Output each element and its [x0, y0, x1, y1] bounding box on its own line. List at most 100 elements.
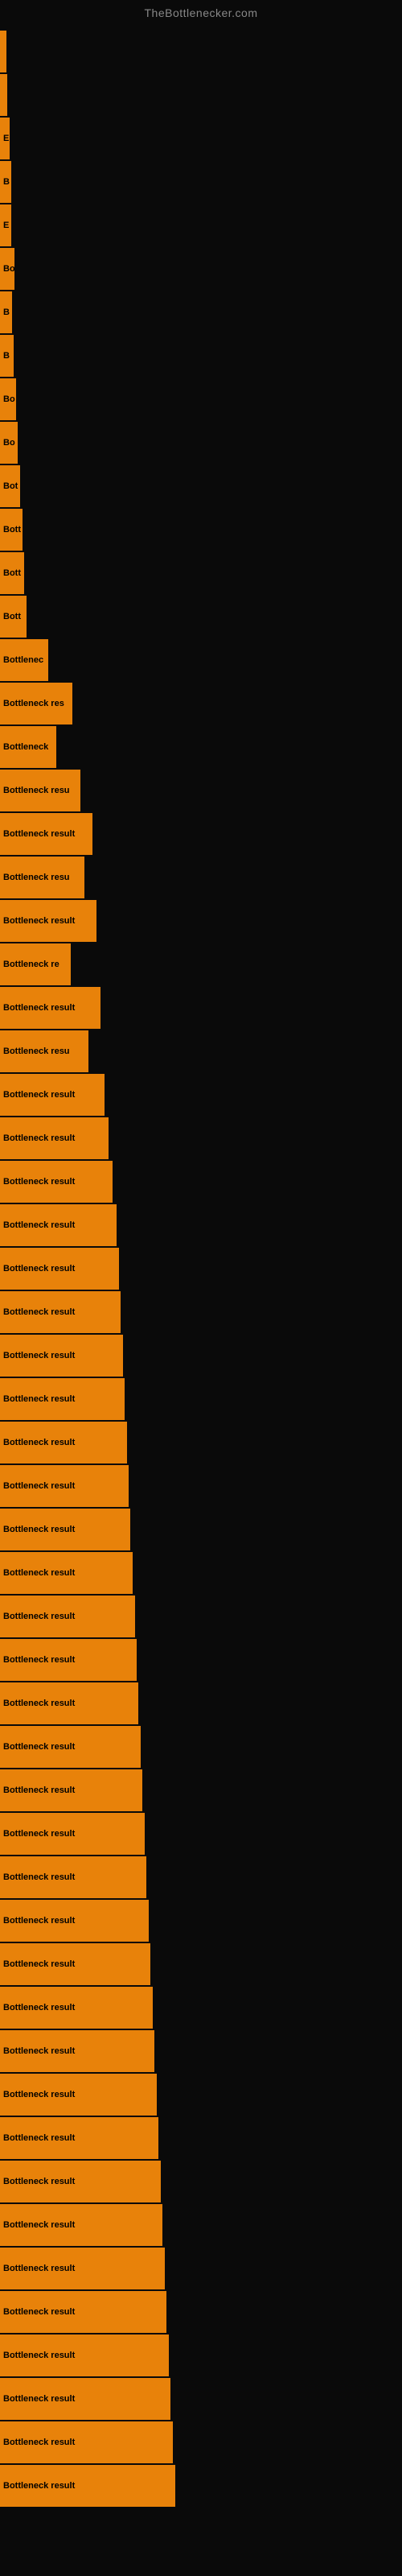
bar-row: E — [0, 118, 402, 159]
bar-label: Bottleneck result — [0, 1813, 145, 1855]
bar-label: B — [0, 161, 11, 203]
bar-label: Bottlenec — [0, 639, 48, 681]
bar-label: Bottleneck result — [0, 1117, 109, 1159]
bar-row: Bo — [0, 378, 402, 420]
bar-row: Bottleneck result — [0, 987, 402, 1029]
bar-row: Bottleneck result — [0, 900, 402, 942]
bar-label: Bo — [0, 378, 16, 420]
bar-label: Bottleneck result — [0, 1509, 130, 1550]
bar-label: Bot — [0, 465, 20, 507]
bar-row: Bottleneck result — [0, 1639, 402, 1681]
bar-row — [0, 74, 402, 116]
bar-row: Bottleneck result — [0, 1074, 402, 1116]
bar-label: Bottleneck resu — [0, 857, 84, 898]
bar-row: Bottleneck result — [0, 2117, 402, 2159]
bar-label: Bottleneck result — [0, 2161, 161, 2202]
bar-row: Bottleneck result — [0, 1943, 402, 1985]
bar-label: Bottleneck result — [0, 1987, 153, 2029]
bar-row: Bottleneck result — [0, 1378, 402, 1420]
bar-row: Bottleneck result — [0, 1248, 402, 1290]
bar-label: B — [0, 291, 12, 333]
bar-label: Bottleneck result — [0, 2248, 165, 2289]
bar-row: Bottleneck resu — [0, 1030, 402, 1072]
bar-row: Bottleneck result — [0, 2291, 402, 2333]
bar-row: Bottleneck result — [0, 1422, 402, 1463]
bar-row: E — [0, 204, 402, 246]
bar-label: Bottleneck result — [0, 2030, 154, 2072]
bar-label: Bottleneck result — [0, 1335, 123, 1377]
bar-row: B — [0, 161, 402, 203]
bar-label: Bottleneck result — [0, 2421, 173, 2463]
bar-row: Bottleneck result — [0, 1596, 402, 1637]
bar-row: Bo — [0, 422, 402, 464]
bar-label: E — [0, 118, 10, 159]
bar-label: Bottleneck resu — [0, 770, 80, 811]
bar-row: Bottleneck — [0, 726, 402, 768]
bar-label: Bottleneck result — [0, 1248, 119, 1290]
bar-row: Bottleneck result — [0, 1291, 402, 1333]
bar-label: Bottleneck result — [0, 2074, 157, 2116]
bar-row: Bottleneck result — [0, 1769, 402, 1811]
bar-row: Bottleneck result — [0, 2161, 402, 2202]
bar-row: Bottleneck result — [0, 2248, 402, 2289]
bar-row — [0, 31, 402, 72]
bar-label: Bottleneck re — [0, 943, 71, 985]
bar-label: Bottleneck result — [0, 1378, 125, 1420]
bar-label: Bottleneck result — [0, 2291, 166, 2333]
bar-row: Bottleneck resu — [0, 770, 402, 811]
bar-label: Bottleneck result — [0, 2117, 158, 2159]
bar-label: Bottleneck result — [0, 1769, 142, 1811]
bar-row: Bottleneck result — [0, 2465, 402, 2507]
bar-label: Bottleneck result — [0, 1204, 117, 1246]
bar-label: Bott — [0, 552, 24, 594]
bar-row: Bottleneck res — [0, 683, 402, 724]
bar-label — [0, 74, 7, 116]
bar-row: Bot — [0, 465, 402, 507]
bar-label: Bottleneck result — [0, 987, 100, 1029]
bar-row: Bottleneck result — [0, 1117, 402, 1159]
bar-label: Bottleneck result — [0, 900, 96, 942]
bar-row: Bott — [0, 596, 402, 638]
bar-row: Bottleneck result — [0, 2074, 402, 2116]
bar-row: Bott — [0, 509, 402, 551]
bar-row: Bottleneck result — [0, 1726, 402, 1768]
bar-row: Bottleneck result — [0, 2378, 402, 2420]
bar-label: Bottleneck result — [0, 1900, 149, 1942]
bar-label: Bottleneck result — [0, 2334, 169, 2376]
bar-row: Bottleneck re — [0, 943, 402, 985]
bar-label: Bottleneck result — [0, 1856, 146, 1898]
bar-label: Bott — [0, 509, 23, 551]
bar-row: B — [0, 335, 402, 377]
bar-row: Bottleneck result — [0, 1900, 402, 1942]
bar-label: Bo — [0, 422, 18, 464]
bar-row: Bottlenec — [0, 639, 402, 681]
bar-label: Bottleneck resu — [0, 1030, 88, 1072]
bar-label: B — [0, 335, 14, 377]
bar-row: Bottleneck result — [0, 2421, 402, 2463]
bar-row: Bottleneck result — [0, 1465, 402, 1507]
bar-label: Bottleneck result — [0, 1943, 150, 1985]
bar-row: Bottleneck result — [0, 1552, 402, 1594]
bar-label: Bottleneck — [0, 726, 56, 768]
bar-label: Bottleneck res — [0, 683, 72, 724]
bar-row: Bottleneck result — [0, 2204, 402, 2246]
bar-row: Bottleneck result — [0, 1509, 402, 1550]
bar-row: Bottleneck result — [0, 1987, 402, 2029]
bar-label: Bottleneck result — [0, 2465, 175, 2507]
bar-row: Bott — [0, 552, 402, 594]
bar-label: Bottleneck result — [0, 2204, 162, 2246]
bar-row: Bottleneck result — [0, 813, 402, 855]
bar-label: Bott — [0, 596, 27, 638]
bar-row: Bottleneck result — [0, 1813, 402, 1855]
site-title: TheBottlenecker.com — [0, 0, 402, 23]
bar-label: Bottleneck result — [0, 1422, 127, 1463]
bar-label: Bottleneck result — [0, 1682, 138, 1724]
bar-label: Bottleneck result — [0, 1726, 141, 1768]
bar-row: Bottleneck result — [0, 1335, 402, 1377]
bar-label: Bottleneck result — [0, 813, 92, 855]
bar-label: Bottleneck result — [0, 1465, 129, 1507]
bar-label: Bottleneck result — [0, 1074, 105, 1116]
bar-label: Bottleneck result — [0, 1161, 113, 1203]
bar-row: B — [0, 291, 402, 333]
bar-row: Bottleneck result — [0, 2334, 402, 2376]
